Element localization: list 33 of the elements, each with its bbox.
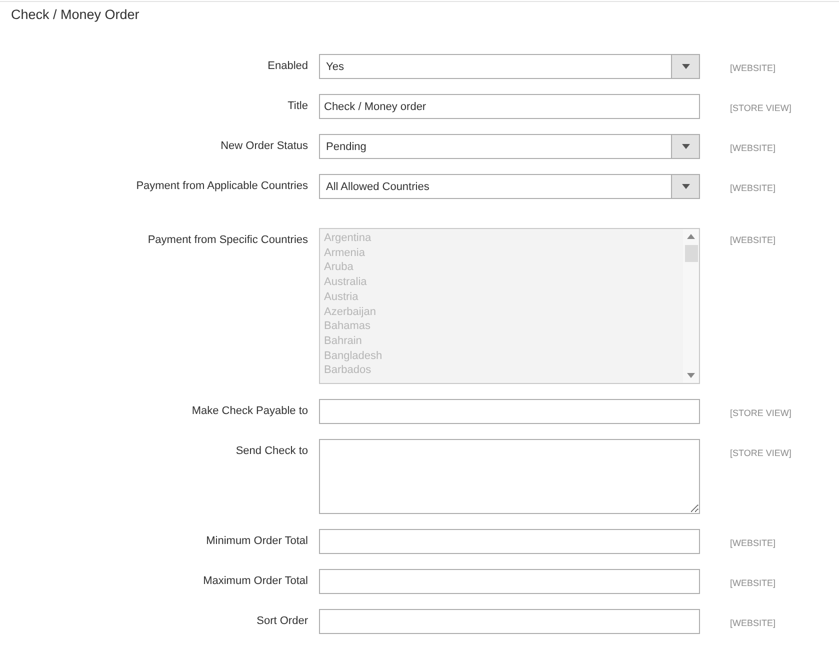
field-label: Maximum Order Total [203, 575, 308, 587]
scope-label: [WEBSITE] [730, 578, 776, 588]
select-field[interactable]: All Allowed Countries [319, 174, 700, 199]
caret-icon [682, 144, 690, 149]
select-field[interactable]: Pending [319, 134, 700, 159]
scope-label: [WEBSITE] [730, 183, 776, 193]
section-title: Check / Money Order [10, 6, 140, 24]
field-label: Send Check to [236, 445, 308, 457]
field-label: Payment from Applicable Countries [136, 180, 308, 192]
field-label: New Order Status [220, 140, 308, 152]
scope-label: [WEBSITE] [730, 618, 776, 628]
text-field[interactable] [319, 609, 700, 634]
select-field[interactable]: Yes [319, 54, 700, 79]
scope-label: [WEBSITE] [730, 235, 776, 245]
field-label: Title [288, 100, 308, 112]
field-label: Make Check Payable to [192, 405, 308, 417]
caret-icon [682, 184, 690, 189]
text-field[interactable] [319, 399, 700, 424]
text-field[interactable]: Check / Money order [319, 94, 700, 119]
caret-icon [682, 64, 690, 69]
text-field[interactable] [319, 569, 700, 594]
scope-label: [STORE VIEW] [730, 448, 792, 458]
field-label: Payment from Specific Countries [148, 234, 308, 246]
scope-label: [STORE VIEW] [730, 103, 792, 113]
scope-label: [WEBSITE] [730, 143, 776, 153]
text-area[interactable] [319, 439, 700, 514]
scope-label: [STORE VIEW] [730, 408, 792, 418]
scope-label: [WEBSITE] [730, 538, 776, 548]
scope-label: [WEBSITE] [730, 63, 776, 73]
field-label: Sort Order [256, 615, 308, 627]
field-label: Enabled [268, 60, 308, 72]
field-label: Minimum Order Total [206, 535, 308, 547]
text-field[interactable] [319, 529, 700, 554]
